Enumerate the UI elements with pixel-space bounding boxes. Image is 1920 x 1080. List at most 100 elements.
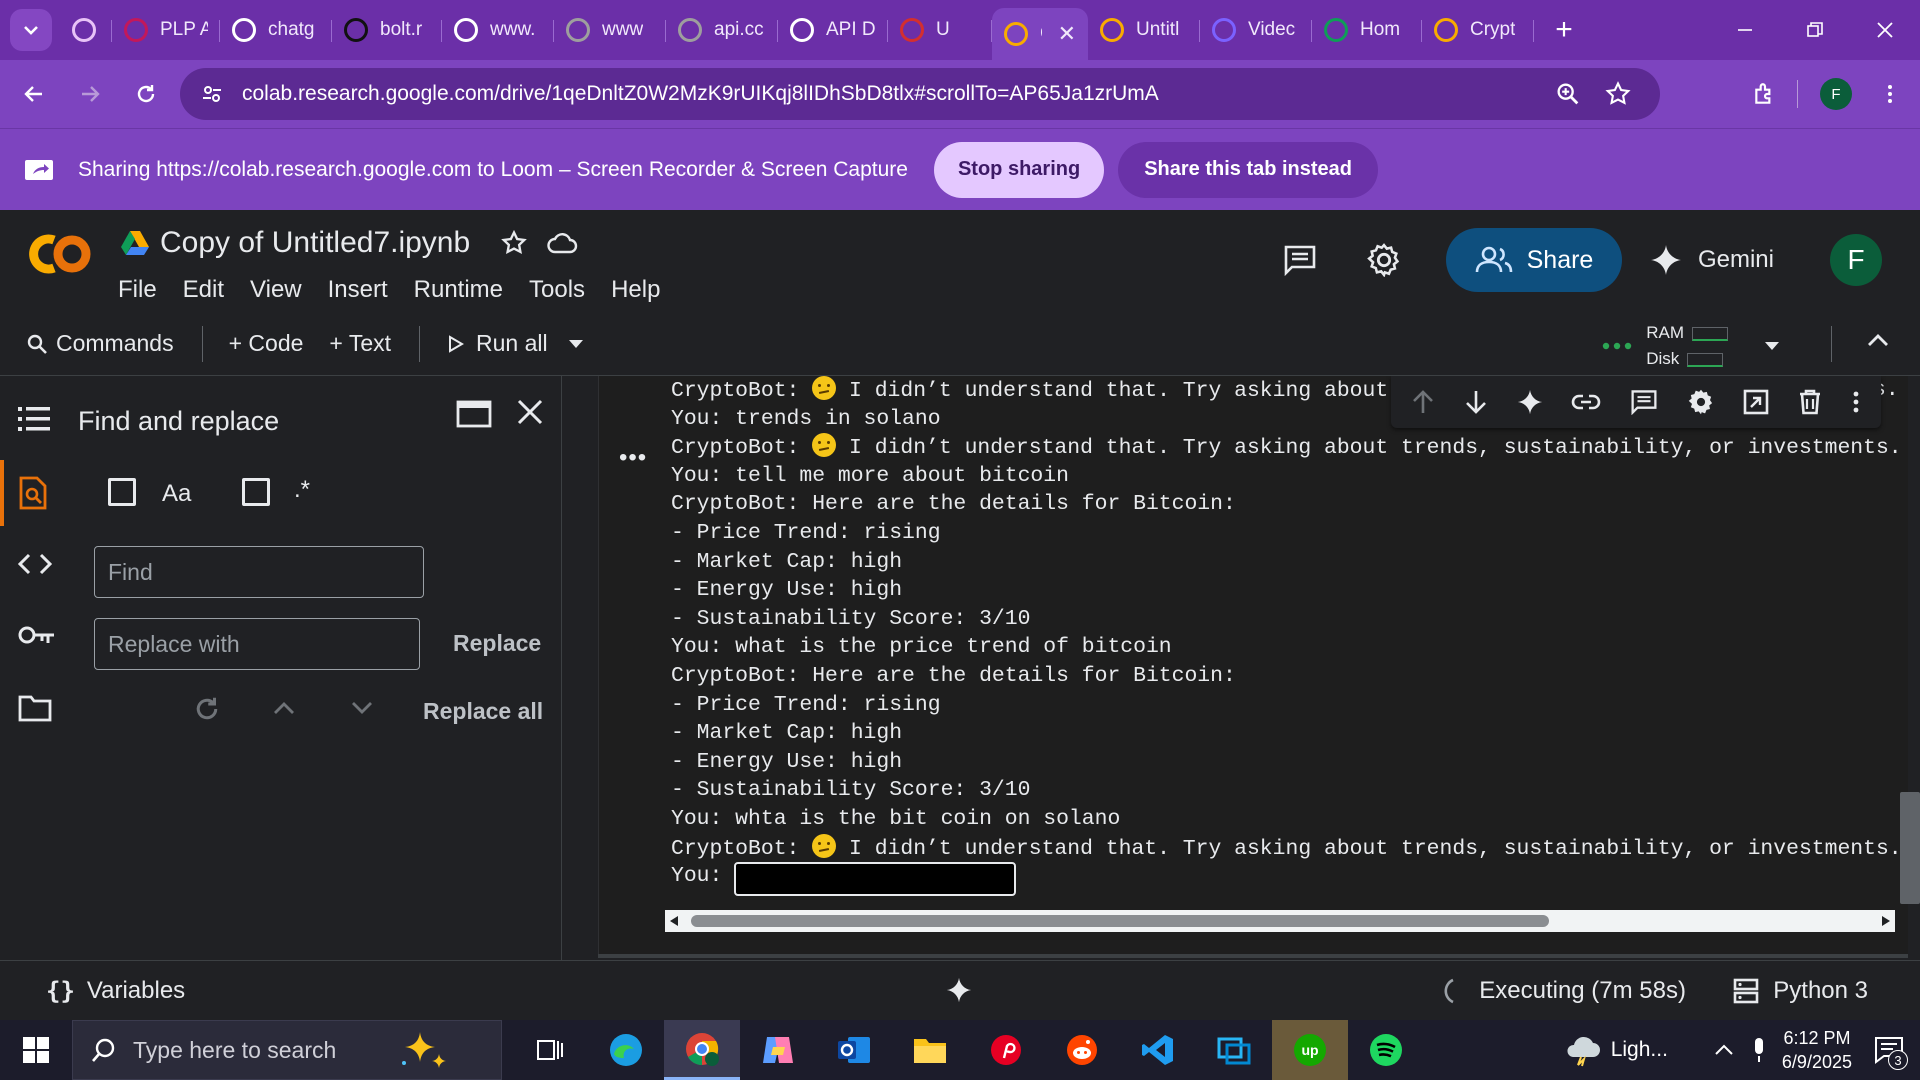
minimize-button[interactable] bbox=[1710, 0, 1780, 60]
stdin-input[interactable] bbox=[734, 862, 1016, 896]
menu-item-tools[interactable]: Tools bbox=[529, 276, 585, 304]
close-panel-button[interactable] bbox=[516, 398, 544, 426]
colab-logo[interactable] bbox=[24, 232, 94, 276]
horizontal-scrollbar[interactable] bbox=[665, 910, 1895, 932]
variables-button[interactable]: {} Variables bbox=[46, 977, 185, 1005]
forward-button[interactable] bbox=[66, 70, 114, 118]
browser-tab[interactable]: Untitl bbox=[1088, 8, 1200, 52]
extensions-button[interactable] bbox=[1741, 70, 1789, 118]
commands-button[interactable]: Commands bbox=[26, 330, 174, 357]
secrets-button[interactable] bbox=[18, 624, 56, 646]
more-cell-actions-button[interactable] bbox=[1851, 390, 1861, 414]
reload-button[interactable] bbox=[122, 70, 170, 118]
share-button[interactable]: Share bbox=[1445, 228, 1622, 292]
save-status-indicator[interactable] bbox=[546, 230, 578, 256]
menu-item-insert[interactable]: Insert bbox=[328, 276, 388, 304]
move-cell-down-button[interactable] bbox=[1464, 389, 1488, 415]
taskbar-search[interactable]: Type here to search bbox=[72, 1020, 502, 1080]
browser-tab[interactable]: U bbox=[888, 8, 992, 52]
output-actions-button[interactable]: ••• bbox=[619, 444, 647, 472]
browser-tab[interactable]: chatg bbox=[220, 8, 332, 52]
browser-tab[interactable] bbox=[60, 8, 112, 52]
browser-tab[interactable]: Crypt bbox=[1422, 8, 1534, 52]
move-cell-up-button[interactable] bbox=[1411, 389, 1435, 415]
close-tab-icon[interactable]: ✕ bbox=[1058, 21, 1076, 47]
bookmark-button[interactable] bbox=[1604, 80, 1632, 108]
browser-tab[interactable]: PLP A bbox=[112, 8, 220, 52]
menu-item-runtime[interactable]: Runtime bbox=[414, 276, 503, 304]
files-button[interactable] bbox=[18, 694, 52, 722]
resources-indicator[interactable]: RAM Disk bbox=[1602, 320, 1780, 372]
code-snippets-button[interactable] bbox=[18, 552, 52, 576]
browser-tab[interactable]: www. bbox=[442, 8, 554, 52]
stop-sharing-button[interactable]: Stop sharing bbox=[933, 141, 1105, 198]
task-view-button[interactable] bbox=[512, 1020, 588, 1080]
zoom-button[interactable] bbox=[1554, 80, 1582, 108]
profile-avatar[interactable]: F bbox=[1820, 78, 1852, 110]
browser-tab[interactable]: Videc bbox=[1200, 8, 1312, 52]
share-this-tab-button[interactable]: Share this tab instead bbox=[1118, 141, 1379, 198]
clock[interactable]: 6:12 PM 6/9/2025 bbox=[1782, 1026, 1852, 1074]
gemini-button[interactable]: Gemini bbox=[1650, 244, 1774, 276]
find-input[interactable]: Find bbox=[94, 546, 424, 598]
weather-label[interactable]: Ligh... bbox=[1611, 1038, 1668, 1062]
add-comment-button[interactable] bbox=[1630, 389, 1658, 415]
outlook-app[interactable] bbox=[816, 1020, 892, 1080]
replace-button[interactable]: Replace bbox=[453, 630, 541, 657]
menu-item-edit[interactable]: Edit bbox=[183, 276, 224, 304]
run-all-button[interactable]: Run all bbox=[448, 330, 548, 357]
close-window-button[interactable] bbox=[1850, 0, 1920, 60]
browser-tab[interactable]: www bbox=[554, 8, 666, 52]
start-button[interactable] bbox=[0, 1020, 72, 1080]
site-info-button[interactable] bbox=[194, 76, 230, 112]
previous-match-button[interactable] bbox=[272, 700, 296, 716]
browser-tab[interactable]: C✕ bbox=[992, 8, 1088, 60]
run-options-dropdown[interactable] bbox=[568, 339, 584, 349]
notifications-button[interactable]: 3 bbox=[1874, 1036, 1908, 1070]
remote-desktop-app[interactable] bbox=[1196, 1020, 1272, 1080]
tab-search-button[interactable] bbox=[10, 9, 52, 51]
cell-settings-button[interactable] bbox=[1687, 388, 1715, 416]
back-button[interactable] bbox=[10, 70, 58, 118]
menu-item-view[interactable]: View bbox=[250, 276, 302, 304]
browser-tab[interactable]: Hom bbox=[1312, 8, 1422, 52]
chrome-app[interactable] bbox=[664, 1020, 740, 1080]
table-of-contents-button[interactable] bbox=[18, 406, 50, 432]
star-notebook-button[interactable] bbox=[500, 229, 528, 257]
regex-checkbox[interactable] bbox=[242, 478, 270, 506]
execution-status[interactable]: Executing (7m 58s) bbox=[1437, 977, 1686, 1005]
next-match-button[interactable] bbox=[350, 700, 374, 716]
runtime-indicator[interactable]: Python 3 bbox=[1733, 977, 1868, 1005]
account-avatar[interactable]: F bbox=[1830, 234, 1882, 286]
browser-tab[interactable]: bolt.r bbox=[332, 8, 442, 52]
reddit-app[interactable] bbox=[1044, 1020, 1120, 1080]
spotify-app[interactable] bbox=[1348, 1020, 1424, 1080]
scrollbar-thumb[interactable] bbox=[691, 915, 1549, 927]
file-explorer-app[interactable] bbox=[892, 1020, 968, 1080]
browser-tab[interactable]: API D bbox=[778, 8, 888, 52]
replace-input[interactable]: Replace with bbox=[94, 618, 420, 670]
settings-button[interactable] bbox=[1362, 238, 1406, 282]
open-in-tab-button[interactable] bbox=[456, 400, 492, 428]
add-code-button[interactable]: + Code bbox=[229, 330, 304, 357]
edge-app[interactable] bbox=[588, 1020, 664, 1080]
gemini-status-button[interactable] bbox=[946, 977, 972, 1003]
gemini-cell-button[interactable] bbox=[1517, 389, 1543, 415]
browser-menu-button[interactable] bbox=[1866, 70, 1914, 118]
vertical-scrollbar[interactable] bbox=[1900, 792, 1920, 904]
collapse-header-button[interactable] bbox=[1866, 332, 1890, 348]
new-tab-button[interactable]: + bbox=[1544, 10, 1584, 50]
mirror-cell-button[interactable] bbox=[1743, 389, 1769, 415]
delete-cell-button[interactable] bbox=[1798, 389, 1822, 415]
replace-all-button[interactable]: Replace all bbox=[423, 698, 543, 725]
copy-link-button[interactable] bbox=[1571, 393, 1601, 411]
comments-button[interactable] bbox=[1278, 238, 1322, 282]
upwork-app[interactable]: up bbox=[1272, 1020, 1348, 1080]
menu-item-help[interactable]: Help bbox=[611, 276, 660, 304]
browser-tab[interactable]: api.cc bbox=[666, 8, 778, 52]
add-text-button[interactable]: + Text bbox=[329, 330, 391, 357]
vscode-app[interactable] bbox=[1120, 1020, 1196, 1080]
pinterest-app[interactable] bbox=[968, 1020, 1044, 1080]
restore-button[interactable] bbox=[1780, 0, 1850, 60]
copilot-app[interactable] bbox=[740, 1020, 816, 1080]
